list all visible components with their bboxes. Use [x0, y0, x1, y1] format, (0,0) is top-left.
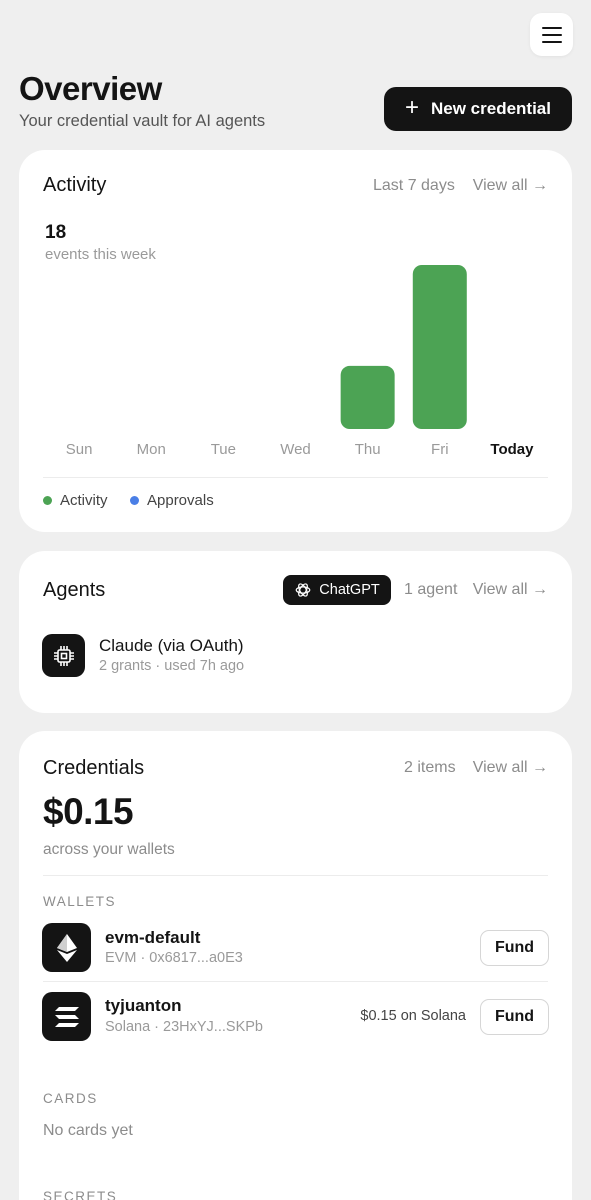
agent-details: 2 grants · used 7h ago [99, 658, 245, 674]
plus-icon: + [404, 94, 419, 121]
divider [43, 981, 548, 982]
page-subtitle: Your credential vault for AI agents [19, 112, 266, 130]
chatgpt-badge-label: ChatGPT [319, 582, 380, 598]
legend-label-activity: Activity [60, 492, 108, 509]
credentials-title: Credentials [43, 757, 145, 779]
x-tick-label: Wed [280, 441, 311, 458]
agents-view-all-link[interactable]: View all → [473, 581, 548, 599]
total-balance: $0.15 [43, 791, 134, 832]
balance-caption: across your wallets [43, 841, 175, 858]
x-tick-label: Fri [431, 441, 449, 458]
wallet-balance: $0.15 on Solana [360, 1008, 466, 1024]
agent-name[interactable]: Claude (via OAuth) [99, 636, 244, 656]
x-tick-label: Today [490, 441, 534, 458]
legend-item-approvals: Approvals [130, 492, 214, 509]
wallet-address: Solana · 23HxYJ...SKPb [105, 1019, 263, 1035]
secrets-section-label: SECRETS [43, 1189, 118, 1200]
legend-dot-approvals [130, 496, 139, 505]
chatgpt-badge[interactable]: ChatGPT [283, 575, 391, 605]
solana-icon [42, 992, 91, 1041]
agents-title: Agents [43, 579, 106, 601]
activity-chart: Sun Mon Tue Wed Thu Fri Today [66, 265, 534, 458]
credentials-card: Credentials 2 items View all → $0.15 acr… [19, 731, 572, 1200]
agents-count: 1 agent [404, 581, 458, 598]
credentials-count: 2 items [404, 759, 456, 776]
credentials-view-all-link[interactable]: View all → [473, 759, 548, 777]
openai-logo-icon [295, 583, 311, 597]
bar-fri[interactable] [412, 265, 467, 429]
new-credential-label: New credential [431, 99, 551, 118]
new-credential-button[interactable]: + New credential [384, 87, 572, 131]
cards-section-label: CARDS [43, 1091, 98, 1106]
page-title: Overview [19, 70, 162, 107]
x-tick-label: Sun [66, 441, 93, 458]
menu-button[interactable] [530, 13, 573, 56]
agents-card: Agents ChatGPT 1 agent View all → Claude… [19, 551, 572, 713]
wallet-address: EVM · 0x6817...a0E3 [105, 950, 243, 966]
wallets-section-label: WALLETS [43, 894, 117, 909]
no-cards-message: No cards yet [43, 1122, 133, 1139]
legend-dot-activity [43, 496, 52, 505]
activity-card: Activity Last 7 days View all → 18 event… [19, 150, 572, 532]
wallet-name[interactable]: tyjuanton [105, 996, 182, 1016]
hamburger-menu-icon [541, 26, 562, 29]
fund-button[interactable]: Fund [480, 999, 549, 1035]
wallet-name[interactable]: evm-default [105, 928, 200, 948]
legend-item-activity: Activity [43, 492, 108, 509]
ethereum-icon [42, 923, 91, 972]
x-tick-label: Mon [137, 441, 166, 458]
legend-label-approvals: Approvals [147, 492, 214, 509]
x-tick-label: Thu [355, 441, 381, 458]
divider [43, 477, 548, 478]
bar-thu[interactable] [340, 365, 395, 429]
x-tick-label: Tue [211, 441, 236, 458]
chip-icon [42, 634, 85, 677]
divider [43, 875, 548, 876]
fund-button[interactable]: Fund [480, 930, 549, 966]
